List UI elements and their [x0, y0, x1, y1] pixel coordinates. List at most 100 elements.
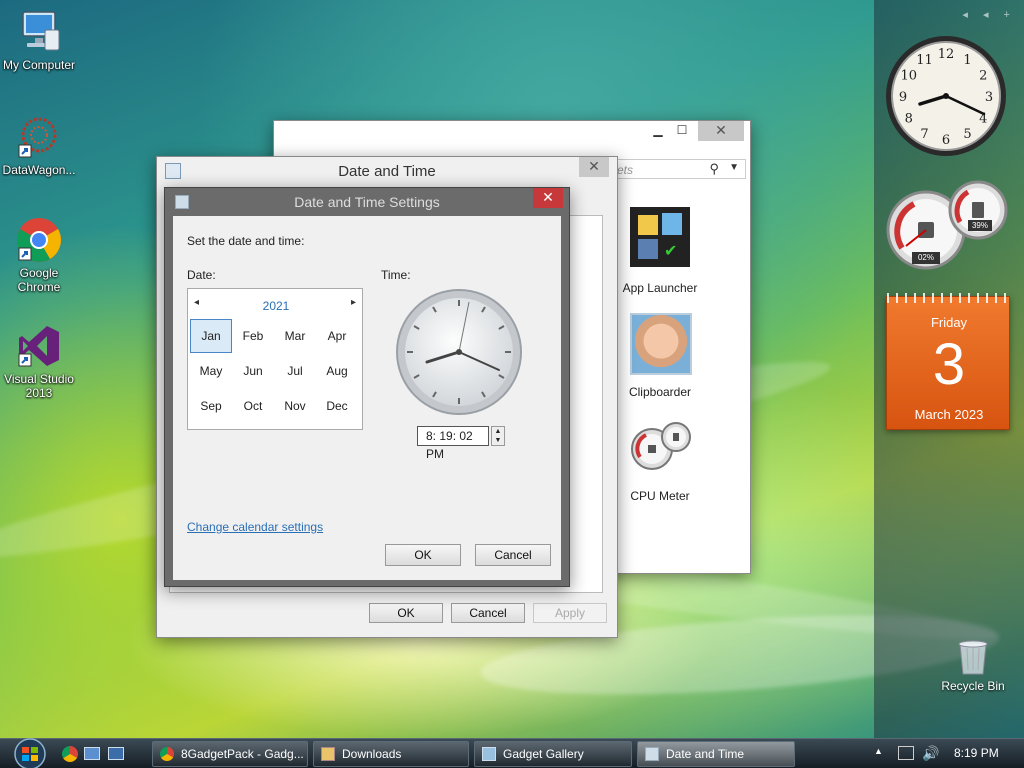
month-cell-apr[interactable]: Apr [316, 319, 358, 353]
taskbar-item-label: Gadget Gallery [503, 747, 584, 761]
ok-button[interactable]: OK [369, 603, 443, 623]
month-cell-mar[interactable]: Mar [274, 319, 316, 353]
taskbar-item-date-and-time[interactable]: Date and Time [637, 741, 795, 767]
chrome-quicklaunch-icon[interactable] [62, 746, 78, 762]
month-cell-feb[interactable]: Feb [232, 319, 274, 353]
calendar-gadget[interactable]: Friday 3 March 2023 [886, 293, 1011, 430]
switch-windows-icon[interactable] [108, 747, 124, 760]
calculator-icon [638, 239, 658, 259]
next-year-arrow[interactable]: ▸ [351, 297, 356, 308]
clipboarder-thumbnail[interactable] [630, 313, 692, 375]
chevron-down-icon[interactable]: ▼ [729, 162, 739, 173]
clock-number: 6 [942, 133, 950, 148]
taskbar-item-downloads[interactable]: Downloads [313, 741, 469, 767]
window-title: Date and Time [338, 163, 436, 180]
taskbar-clock[interactable]: 8:19 PM [954, 746, 999, 760]
desktop-icon-recycle-bin[interactable]: Recycle Bin [938, 636, 1008, 693]
ok-button[interactable]: OK [385, 544, 461, 566]
sidebar-nav-arrows[interactable]: ◂ ◂ + [962, 8, 1016, 21]
desktop-icon-google-chrome[interactable]: Google Chrome [0, 216, 81, 294]
month-cell-may[interactable]: May [190, 354, 232, 388]
month-cell-jun[interactable]: Jun [232, 354, 274, 388]
taskbar-item-gadget-gallery[interactable]: Gadget Gallery [474, 741, 632, 767]
settings-titlebar: Date and Time Settings ✕ [165, 188, 569, 216]
search-placeholder: ets [617, 163, 634, 177]
dialog-title: Date and Time Settings [294, 194, 440, 210]
desktop-icon-visual-studio[interactable]: Visual Studio 2013 [0, 322, 81, 400]
month-cell-jan[interactable]: Jan [190, 319, 232, 353]
time-input[interactable]: 8: 19: 02 PM [417, 426, 489, 461]
spin-down-icon[interactable]: ▼ [492, 436, 504, 445]
clock-number: 9 [899, 90, 907, 105]
window-controls: ▁ ☐ ✕ [640, 121, 750, 141]
desktop-icon-my-computer[interactable]: My Computer [0, 8, 81, 72]
spin-up-icon[interactable]: ▲ [492, 427, 504, 436]
taskbar-item-label: Downloads [342, 747, 402, 761]
search-icon[interactable]: ⚲ [709, 161, 719, 177]
cpu-meter-thumbnail[interactable] [630, 421, 692, 471]
gadget-label-clipboarder: Clipboarder [628, 385, 692, 399]
datawagon-icon [15, 113, 63, 161]
clock-number: 7 [920, 127, 928, 142]
month-cell-aug[interactable]: Aug [316, 354, 358, 388]
cpu-meter-dials [886, 180, 1008, 270]
gadget-search-input[interactable]: ets ⚲ ▼ [612, 159, 746, 179]
time-spinner[interactable]: ▲ ▼ [491, 426, 505, 446]
month-cell-jul[interactable]: Jul [274, 354, 316, 388]
settings-app-icon [175, 195, 189, 209]
taskbar-item-label: 8GadgetPack - Gadg... [181, 747, 304, 761]
cpu-percentage: 02% [917, 253, 934, 262]
clock-number: 1 [963, 53, 971, 68]
clock-number: 2 [979, 69, 987, 84]
analog-clock [395, 288, 523, 416]
close-icon[interactable]: ✕ [698, 121, 744, 141]
app-launcher-thumbnail[interactable]: ✔ [630, 207, 690, 267]
month-cell-sep[interactable]: Sep [190, 389, 232, 423]
volume-icon[interactable]: 🔊 [922, 745, 939, 762]
recycle-bin-icon [958, 640, 988, 675]
apply-button[interactable]: Apply [533, 603, 607, 623]
cancel-button[interactable]: Cancel [451, 603, 525, 623]
minimize-icon[interactable]: ▁ [648, 123, 668, 139]
desktop-icon-label: My Computer [2, 58, 76, 72]
start-button[interactable] [8, 737, 52, 768]
analog-clock-face: 12 1234567891011 [886, 36, 1006, 156]
gadget-sidebar: ◂ ◂ + 12 1 2 3 4 5 6 7 8 9 10 11 02% 39%… [874, 0, 1024, 738]
change-calendar-settings-link[interactable]: Change calendar settings [187, 520, 323, 534]
close-icon[interactable]: ✕ [533, 188, 563, 208]
taskbar-item-8gadgetpack[interactable]: 8GadgetPack - Gadg... [152, 741, 308, 767]
network-icon[interactable] [898, 746, 914, 760]
month-cell-nov[interactable]: Nov [274, 389, 316, 423]
date-label: Date: [187, 268, 216, 282]
gadget-label-cpu-meter: CPU Meter [630, 489, 690, 503]
month-calendar[interactable]: ◂ 2021 ▸ Jan Feb Mar Apr May Jun Jul Aug Sep Oct N… [187, 288, 363, 430]
show-desktop-icon[interactable] [84, 747, 100, 760]
time-label: Time: [381, 268, 411, 282]
clock-number: 10 [900, 69, 917, 84]
folder-icon [638, 215, 658, 235]
month-cell-dec[interactable]: Dec [316, 389, 358, 423]
taskbar: 8GadgetPack - Gadg... Downloads Gadget G… [0, 738, 1024, 768]
maximize-icon[interactable]: ☐ [672, 123, 692, 139]
cpu-meter-gadget[interactable]: 02% 39% [884, 178, 1014, 274]
clock-number: 8 [905, 112, 913, 127]
close-icon[interactable]: ✕ [579, 157, 609, 177]
desktop-icon-label: Visual Studio 2013 [4, 372, 74, 400]
clock-gadget[interactable]: 12 1 2 3 4 5 6 7 8 9 10 11 [884, 34, 1008, 158]
tray-expand-icon[interactable]: ▲ [874, 746, 883, 756]
calendar-month-year: March 2023 [914, 407, 984, 422]
desktop-icon-label: Google Chrome [17, 266, 61, 294]
desktop: My Computer DataWagon... Google Chrome V… [0, 0, 1024, 738]
clock-number: 12 [938, 47, 955, 62]
date-time-settings-dialog[interactable]: Date and Time Settings ✕ Set the date an… [164, 187, 570, 587]
calendar-year[interactable]: 2021 [188, 299, 364, 313]
clock-face [396, 289, 522, 415]
gadget-label-app-launcher: App Launcher [622, 281, 698, 295]
month-cell-oct[interactable]: Oct [232, 389, 274, 423]
desktop-icon-datawagon[interactable]: DataWagon... [0, 113, 81, 177]
calendar-day: 3 [932, 332, 966, 397]
clock-number: 5 [963, 127, 971, 142]
windows-orb-icon [14, 738, 46, 768]
cancel-button[interactable]: Cancel [475, 544, 551, 566]
desktop-icon-label: DataWagon... [2, 163, 76, 177]
